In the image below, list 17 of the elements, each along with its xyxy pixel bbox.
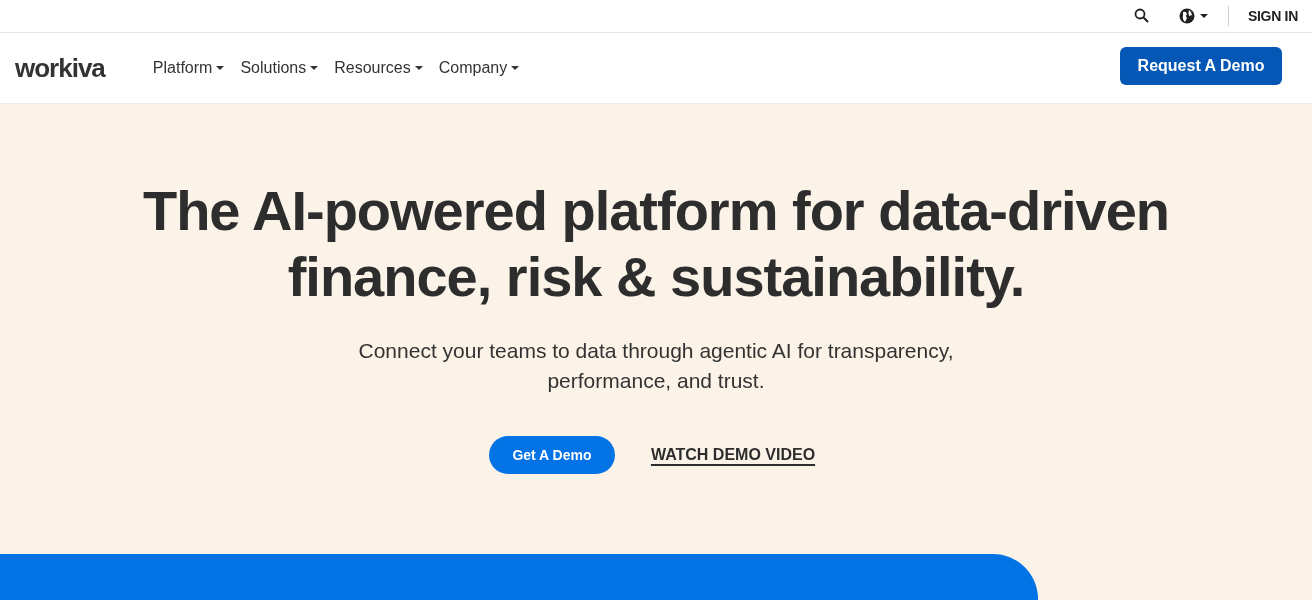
globe-icon[interactable] xyxy=(1177,7,1210,25)
get-demo-button[interactable]: Get A Demo xyxy=(488,436,615,474)
caret-icon xyxy=(511,66,520,70)
headline: The AI-powered platform for data-driven finance, risk & sustainability. xyxy=(141,178,1171,310)
logo[interactable]: workiva xyxy=(15,52,105,84)
nav-menu-item[interactable]: Solutions xyxy=(240,59,319,77)
nav-menu-item[interactable]: Company xyxy=(438,59,520,77)
caret-icon xyxy=(310,66,319,70)
caret-icon xyxy=(216,66,225,70)
caret-icon xyxy=(414,66,423,70)
search-icon[interactable] xyxy=(1133,8,1150,24)
request-demo-button[interactable]: Request A Demo xyxy=(1120,47,1282,85)
subtitle: Connect your teams to data through agentic AI for transparency, performance, and trust. xyxy=(357,338,955,394)
watch-video-link[interactable]: WATCH DEMO VIDEO xyxy=(650,446,816,464)
nav-menu-item[interactable]: Resources xyxy=(334,59,423,77)
sign-in-link[interactable]: SIGN IN xyxy=(1247,8,1298,24)
nav-menu-item[interactable]: Platform xyxy=(152,59,225,77)
